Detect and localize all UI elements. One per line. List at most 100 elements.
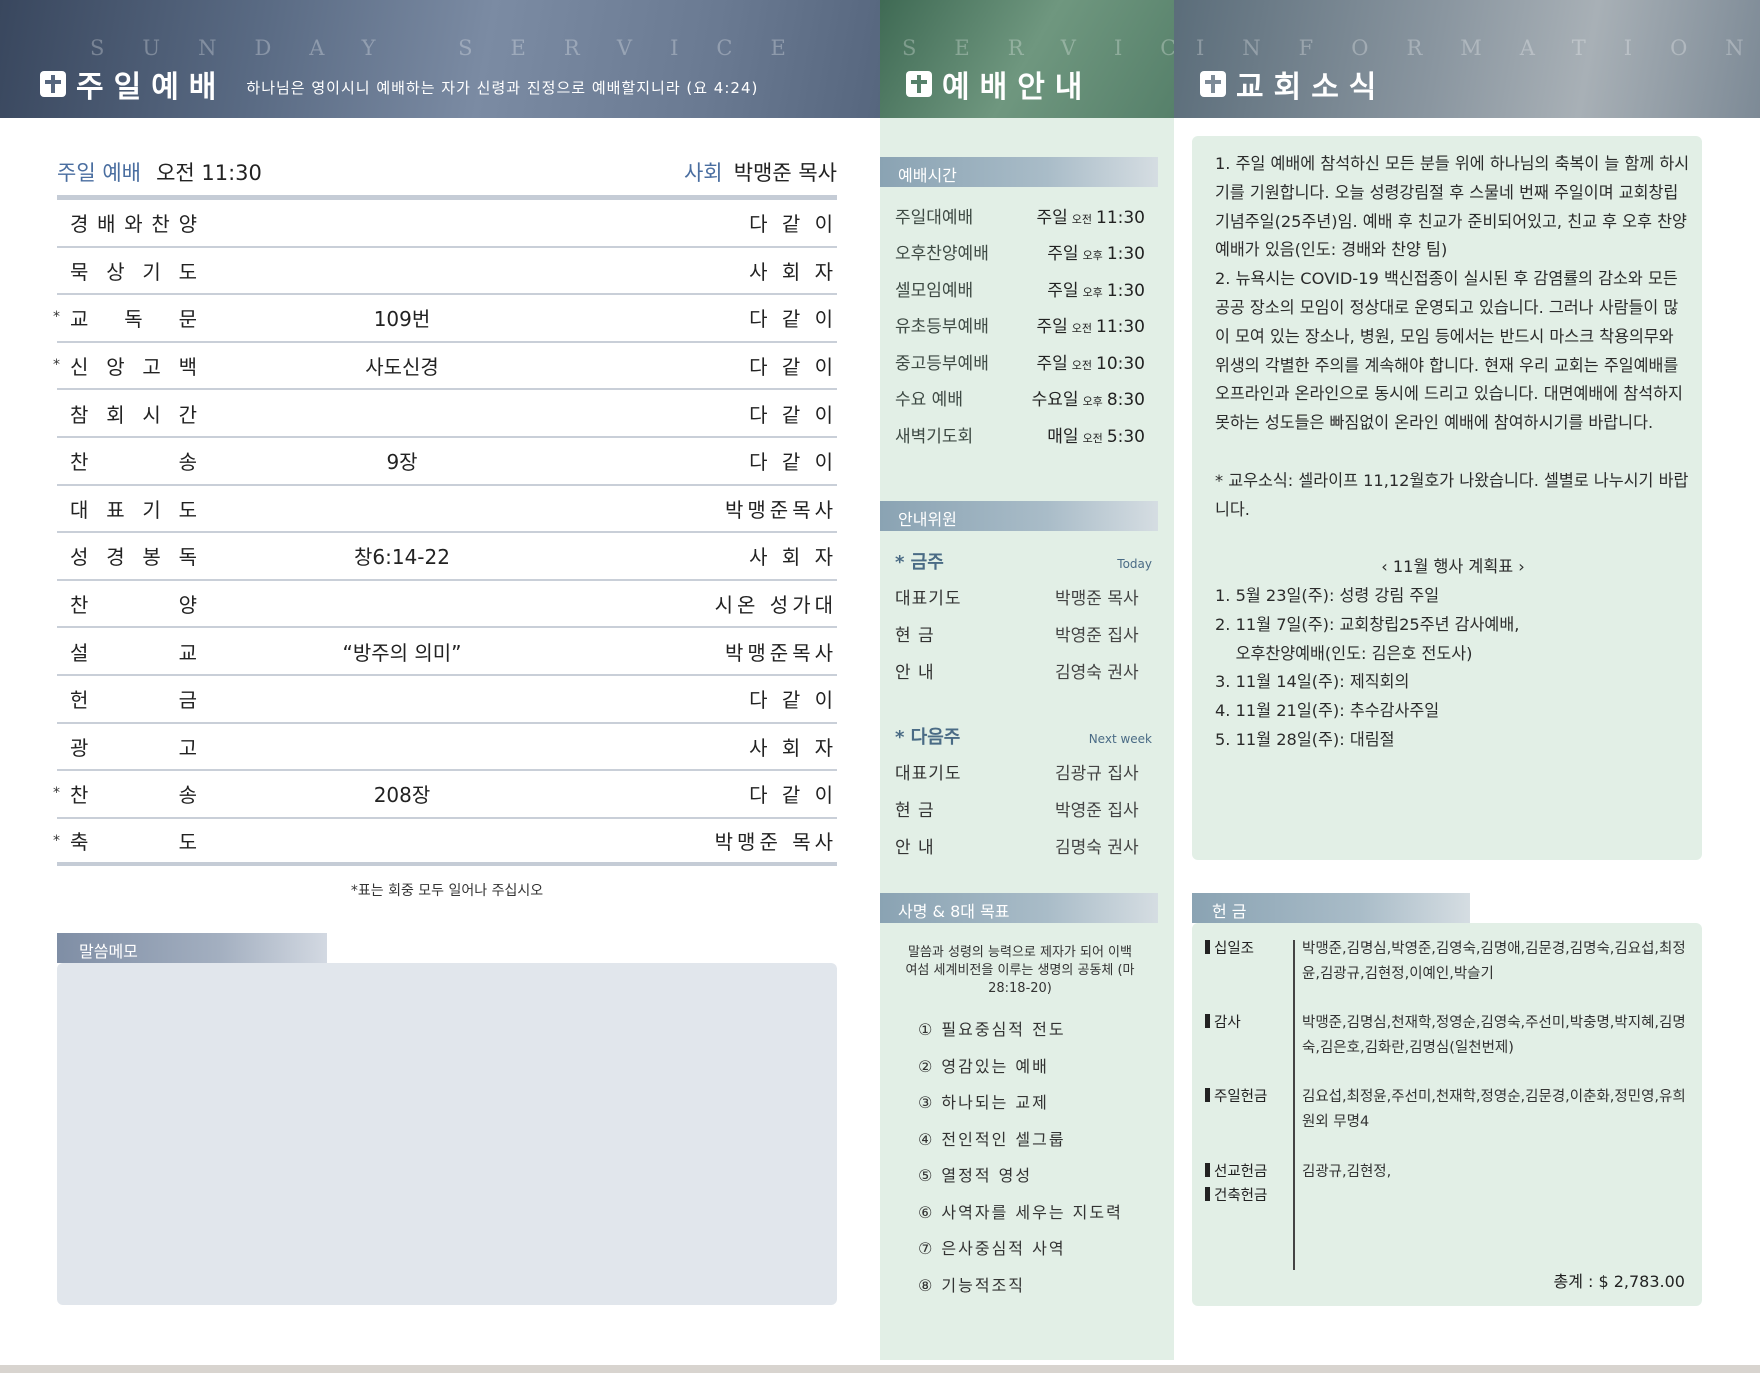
cross-icon bbox=[906, 71, 932, 97]
order-item-char: 금 bbox=[178, 688, 197, 713]
order-item-char: 독 bbox=[124, 307, 143, 332]
news-item: 1. 주일 예배에 참석하신 모든 분들 위에 하나님의 축복이 늘 함께 하시… bbox=[1215, 154, 1690, 260]
order-item-name: 교독문 bbox=[57, 303, 197, 332]
order-item-char: 기 bbox=[142, 259, 161, 284]
standing-mark: * bbox=[53, 785, 60, 802]
service-ampm: 오전 bbox=[1071, 358, 1092, 372]
host-label: 사회 bbox=[683, 161, 723, 185]
service-hour: 8:30 bbox=[1106, 390, 1145, 411]
duty-week-tag: Today bbox=[1117, 557, 1152, 571]
service-name: 유초등부예배 bbox=[895, 317, 989, 338]
order-item-char: 성 bbox=[70, 545, 89, 570]
duty-head: * 다음주 Next week bbox=[895, 723, 1152, 753]
duty-next-week: * 다음주 Next week 대표기도 김광규 집사 현 금 박영준 집사 안 내 김명… bbox=[895, 723, 1152, 864]
order-item-char: 백 bbox=[178, 355, 197, 380]
order-item-char: 교 bbox=[178, 640, 197, 665]
order-item-name: 묵상기도 bbox=[57, 256, 197, 285]
offering-category: 주일헌금 bbox=[1205, 1085, 1302, 1135]
order-item-detail: 사도신경 bbox=[365, 355, 439, 380]
service-name: 수요 예배 bbox=[895, 390, 963, 411]
duty-row: 안 내 김영숙 권사 bbox=[895, 652, 1152, 689]
order-item-name: 축도 bbox=[57, 826, 197, 855]
service-ampm: 오후 bbox=[1082, 249, 1103, 263]
goal-item: ③ 하나되는 교제 bbox=[918, 1093, 1049, 1112]
time-label: 예배시간 bbox=[880, 157, 1158, 187]
news-item: 2. 뉴욕시는 COVID-19 백신접종이 실시된 후 감염률의 감소와 모든… bbox=[1215, 269, 1683, 433]
duty-person: 박영준 집사 bbox=[1055, 801, 1139, 821]
mission-statement: 말씀과 성령의 능력으로 제자가 되어 이백 여섬 세계비전을 이루는 생명의 … bbox=[905, 945, 1135, 996]
service-day: 수요일 bbox=[1031, 390, 1079, 411]
order-item-name: 설교 bbox=[57, 637, 197, 666]
order-item-char: 찬 bbox=[70, 450, 89, 475]
duty-row: 현 금 박영준 집사 bbox=[895, 615, 1152, 652]
order-row: 경배와 찬양 다 같 이 bbox=[57, 200, 837, 248]
order-item-char: 축 bbox=[70, 830, 89, 855]
order-row: * 교 독 문 109번 다 같 이 bbox=[53, 295, 837, 343]
offering-category-label: 감사 bbox=[1214, 1015, 1241, 1031]
plan-item: 1. 5월 23일(주): 성령 강림 주일 bbox=[1215, 585, 1440, 605]
plan-title: ‹ 11월 행사 계획표 › bbox=[1381, 557, 1525, 577]
order-item-leader: 다 같 이 bbox=[749, 212, 837, 237]
standing-mark: * bbox=[53, 309, 60, 326]
service-schedule: 주일 오전 11:30 bbox=[1015, 312, 1145, 337]
plan-item: 3. 11월 14일(주): 제직회의 bbox=[1215, 672, 1410, 692]
cross-icon bbox=[40, 71, 66, 97]
order-row: * 찬 송 208장 다 같 이 bbox=[53, 771, 837, 819]
bullet-icon bbox=[1205, 1187, 1210, 1201]
mission-label: 사명 & 8대 목표 bbox=[880, 893, 1158, 923]
bullet-icon bbox=[1205, 1163, 1210, 1177]
service-day: 주일 bbox=[1036, 317, 1068, 338]
goal-item: ⑥ 사역자를 세우는 지도력 bbox=[918, 1202, 1123, 1222]
service-day: 주일 bbox=[1047, 280, 1079, 301]
service-schedule: 주일 오후 1:30 bbox=[1015, 276, 1145, 301]
news-header-title: 교회소식 bbox=[1200, 62, 1386, 106]
service-hour: 10:30 bbox=[1096, 353, 1145, 374]
offering-total: 총계 : $ 2,783.00 bbox=[1553, 1272, 1685, 1291]
order-item-leader: 다 같 이 bbox=[749, 402, 837, 427]
plan-item: 5. 11월 28일(주): 대림절 bbox=[1215, 729, 1395, 749]
order-row: 찬 송 9장 다 같 이 bbox=[57, 438, 837, 486]
order-row: * 신 앙 고 백 사도신경 다 같 이 bbox=[53, 343, 837, 391]
service-day: 주일 bbox=[1036, 353, 1068, 374]
goals-list: ① 필요중심적 전도 ② 영감있는 예배 ③ 하나되는 교제 ④ 전인적인 셀그룹 ⑤ … bbox=[918, 1016, 1138, 1308]
guide-header: SERVICE 예배안내 bbox=[880, 0, 1174, 118]
order-item-char: 헌 bbox=[70, 688, 89, 713]
standing-mark: * bbox=[53, 356, 60, 373]
order-item-char: 기 bbox=[142, 497, 161, 522]
bullet-icon bbox=[1205, 1088, 1210, 1102]
offering-category-label: 주일헌금 bbox=[1214, 1089, 1268, 1105]
news-header: INFORMATION 교회소식 bbox=[1174, 0, 1760, 118]
service-time-row: 중고등부예배 주일 오전 10:30 bbox=[895, 343, 1145, 380]
order-item-char: 문 bbox=[178, 307, 197, 332]
goal-item: ① 필요중심적 전도 bbox=[918, 1020, 1066, 1039]
duty-role: 현 금 bbox=[895, 801, 935, 821]
host-name: 박맹준 목사 bbox=[733, 161, 837, 185]
order-row: 광고사 회 자 bbox=[57, 724, 837, 772]
worship-info-bar: 주일 예배 오전 11:30 사회 박맹준 목사 bbox=[57, 157, 837, 200]
duty-week-tag: Next week bbox=[1088, 732, 1152, 746]
order-item-leader: 다 같 이 bbox=[749, 307, 837, 332]
order-item-char: 광 bbox=[70, 735, 89, 760]
service-schedule: 주일 오전 11:30 bbox=[1015, 203, 1145, 228]
header-verse: 하나님은 영이시니 예배하는 자가 신령과 진정으로 예배할지니라 (요 4:2… bbox=[246, 78, 759, 97]
order-item-char: 경 bbox=[106, 545, 125, 570]
duty-person: 박맹준 목사 bbox=[1055, 589, 1139, 609]
goal-item: ② 영감있는 예배 bbox=[918, 1056, 1049, 1076]
service-name: 주일대예배 bbox=[895, 207, 974, 228]
offering-category: 선교헌금 bbox=[1205, 1160, 1302, 1185]
order-item-detail: 9장 bbox=[386, 450, 418, 475]
service-name: 중고등부예배 bbox=[895, 353, 989, 374]
duty-week-label: * 다음주 bbox=[895, 727, 961, 748]
memo-box[interactable] bbox=[57, 963, 837, 1305]
order-item-char: 시 bbox=[142, 402, 161, 427]
order-item-leader: 박맹준목사 bbox=[725, 497, 837, 522]
offering-names bbox=[1302, 1184, 1695, 1209]
order-item-detail: 208장 bbox=[373, 783, 431, 808]
worship-header-title: 주일예배 하나님은 영이시니 예배하는 자가 신령과 진정으로 예배할지니라 (… bbox=[40, 62, 758, 106]
order-item-leader: 사 회 자 bbox=[749, 545, 837, 570]
bullet-icon bbox=[1205, 940, 1210, 954]
duty-person: 김광규 집사 bbox=[1055, 764, 1139, 784]
order-row: 찬 양 시온 성가대 bbox=[57, 581, 837, 629]
order-row: 성 경 봉 독 창6:14-22 사 회 자 bbox=[57, 533, 837, 581]
order-item-char: 도 bbox=[178, 497, 197, 522]
